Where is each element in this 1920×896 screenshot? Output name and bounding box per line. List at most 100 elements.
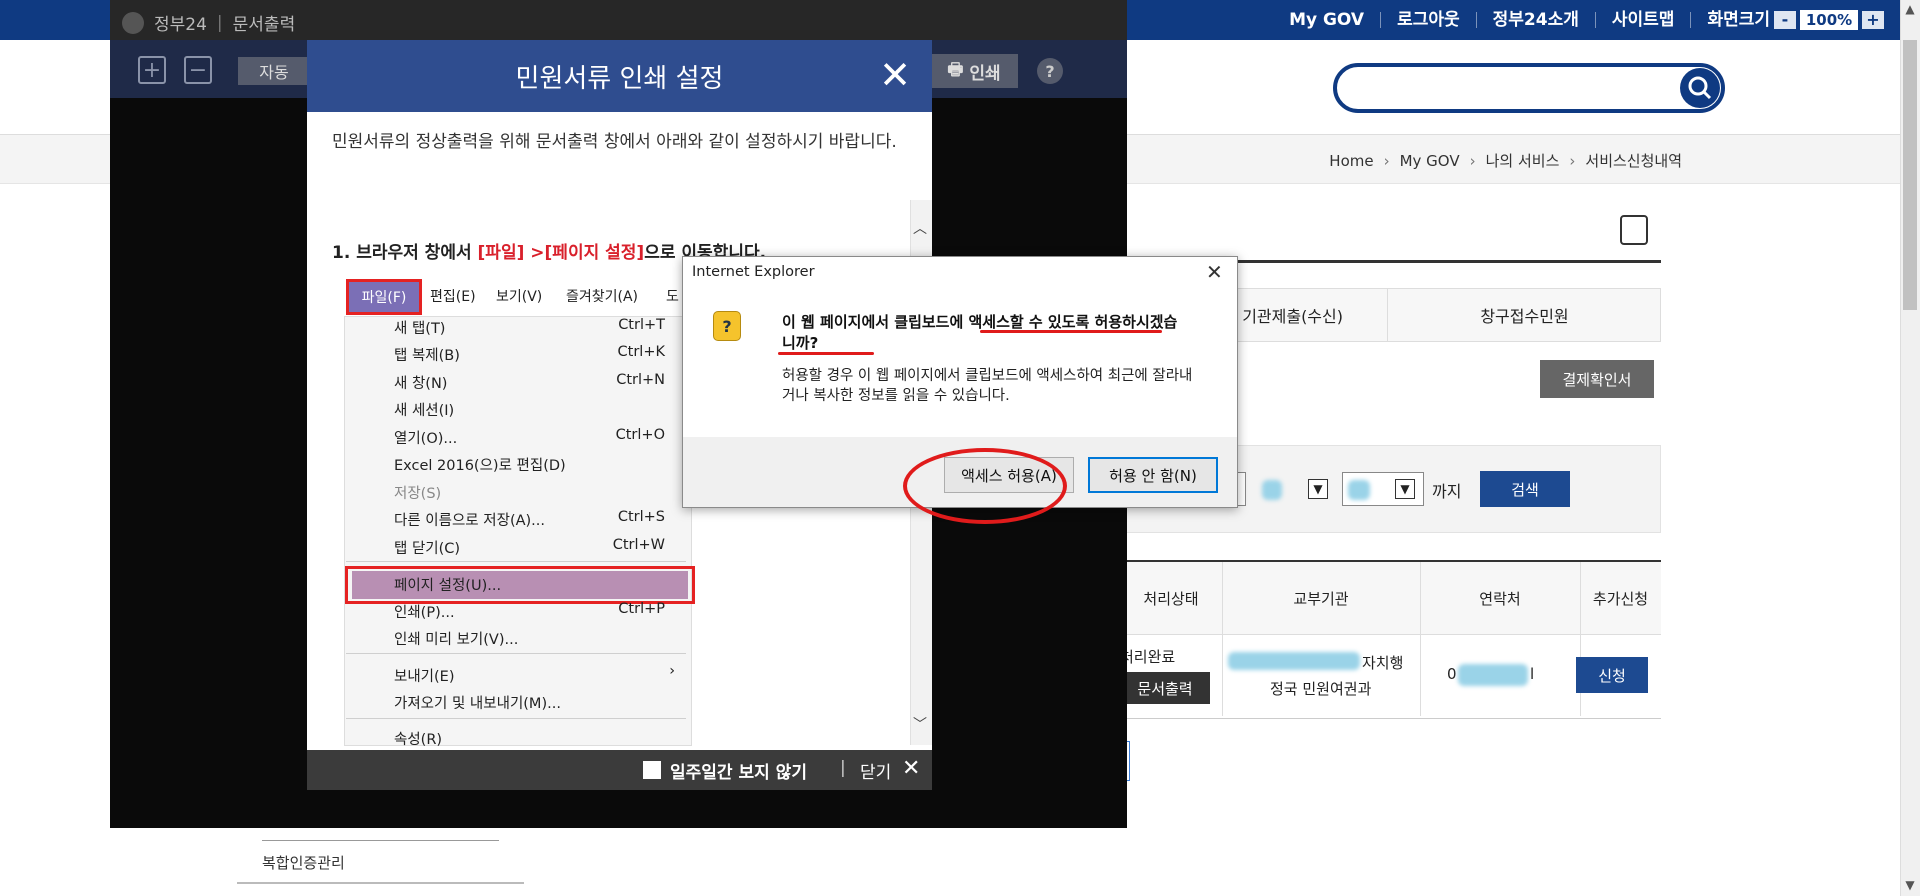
chevron-right-icon: › [669,663,675,679]
breadcrumb-myservice[interactable]: 나의 서비스 [1486,150,1560,171]
zoom-in-icon[interactable]: + [138,56,166,84]
breadcrumb-mygov[interactable]: My GOV [1400,152,1460,170]
menu-item: 저장(S) [394,486,442,502]
doc-print-button[interactable]: 🖶 인쇄 [930,54,1018,88]
ie-dialog-title: Internet Explorer [692,264,815,280]
scrollbar-thumb[interactable] [1903,40,1917,310]
menu-item: 인쇄 미리 보기(V)... [394,632,519,648]
screen-size-label: 화면크기 [1707,10,1770,30]
menu-item: 탭 닫기(C) [394,541,461,557]
menu-item: 다른 이름으로 저장(A)... [394,513,545,529]
close-icon[interactable]: ✕ [1206,260,1223,284]
annotation-circle [903,448,1067,524]
chevron-down-icon[interactable]: ▼ [1308,479,1328,499]
close-icon[interactable]: ✕ [902,756,920,781]
menubar-favorites: 즐겨찾기(A) [566,289,639,305]
scroll-up-icon[interactable]: ▲ [1900,0,1920,18]
chevron-down-icon[interactable]: ▼ [1395,479,1415,499]
scroll-down-icon[interactable]: ﹀ [913,714,927,734]
zoom-value: 100% [1800,10,1858,30]
scroll-up-icon[interactable]: ︿ [913,218,927,238]
security-warning-icon: ? [713,311,741,341]
footer-close-button[interactable]: 닫기 [860,758,891,783]
top-link-mygov[interactable]: My GOV [1273,12,1382,29]
ie-description: 허용할 경우 이 웹 페이지에서 클립보드에 액세스하여 최근에 잘라내거나 복… [782,368,1193,404]
top-links: My GOV 로그아웃 정부24소개 사이트맵 화면크기 - 100% + [1273,0,1900,40]
menubar-edit: 편집(E) [430,289,476,305]
title-separator: | [216,12,223,33]
menu-item: 속성(R) [394,732,443,748]
zoom-out-icon[interactable]: − [184,56,212,84]
scroll-down-icon[interactable]: ▼ [1900,876,1920,894]
printer-icon: 🖶 [947,59,964,80]
redacted-value [1262,480,1282,500]
breadcrumb-current: 서비스신청내역 [1585,152,1682,170]
menu-item: 가져오기 및 내보내기(M)... [394,696,561,712]
top-link-about[interactable]: 정부24소개 [1477,12,1596,29]
step-page-setup: [페이지 설정] [544,243,645,263]
close-icon[interactable]: ✕ [878,56,912,94]
menu-item: 열기(O)... [394,431,458,447]
modal-footer [307,750,932,790]
top-link-logout[interactable]: 로그아웃 [1381,12,1477,29]
step-prefix: 1. 브라우저 창에서 [332,243,478,263]
table-divider [1420,562,1421,716]
th-agency: 교부기관 [1293,589,1349,608]
print-icon[interactable] [1620,215,1648,245]
step-arrow: > [524,243,545,263]
phone-prefix: 0 [1447,665,1457,683]
menu-item: 새 창(N) [394,376,448,392]
menu-shortcut: Ctrl+N [616,372,665,388]
th-phone: 연락처 [1479,589,1521,608]
ie-question: 이 웹 페이지에서 클립보드에 액세스할 수 있도록 허용하시겠습니까? [782,313,1178,352]
modal-title: 민원서류 인쇄 설정 [515,63,724,94]
dont-show-checkbox[interactable] [643,761,661,779]
menu-shortcut: Ctrl+O [615,427,665,443]
menu-divider [346,718,686,719]
menu-divider [346,653,686,654]
redacted-agency [1228,652,1360,670]
doc-app-name: 정부24 [154,15,207,35]
help-button[interactable]: ? [1037,58,1063,84]
menu-item: 인쇄(P)... [394,605,455,621]
step-file: [파일] [477,243,525,263]
th-status: 처리상태 [1143,589,1199,608]
chevron-right-icon: › [1469,151,1476,170]
search-icon [1688,76,1712,100]
gov24-logo-icon [122,11,144,34]
doc-window-title: 정부24 | 문서출력 [122,10,295,35]
until-label: 까지 [1432,482,1462,501]
payment-confirm-button[interactable]: 결제확인서 [1540,360,1654,398]
menu-shortcut: Ctrl+W [612,537,665,553]
menu-shortcut: Ctrl+S [617,509,665,525]
menubar-tools: 도 [666,289,679,305]
breadcrumb-home[interactable]: Home [1329,152,1373,170]
dont-show-label[interactable]: 일주일간 보지 않기 [670,758,807,783]
th-extra: 추가신청 [1592,589,1649,608]
menu-item-page-setup: 페이지 설정(U)... [394,578,502,594]
menu-item: 보내기(E) [394,669,455,685]
row-status: 처리완료 [1120,648,1176,666]
doc-window-name: 문서출력 [232,15,296,35]
deny-access-button[interactable]: 허용 안 함(N) [1088,457,1218,493]
auto-fit-button[interactable]: 자동 [238,57,310,85]
menu-shortcut: Ctrl+T [618,317,665,333]
left-menu-item-auth[interactable]: 복합인증관리 [262,852,345,873]
zoom-out-button[interactable]: - [1774,11,1796,29]
top-link-sitemap[interactable]: 사이트맵 [1596,12,1692,29]
menu-item: 새 탭(T) [394,321,446,337]
redacted-value [1348,480,1370,500]
zoom-in-button[interactable]: + [1862,11,1884,29]
tab-counter-civil[interactable]: 창구접수민원 [1387,288,1661,342]
annotation-underline [778,352,874,355]
menubar-view: 보기(V) [496,289,543,305]
agency-text-1: 자치행 [1362,654,1404,672]
apply-button[interactable]: 신청 [1576,657,1648,693]
filter-search-button[interactable]: 검색 [1480,471,1570,507]
breadcrumb: Home › My GOV › 나의 서비스 › 서비스신청내역 [1329,150,1682,171]
redacted-phone [1458,664,1528,686]
screen-size-control: 화면크기 - 100% + [1691,10,1900,30]
site-search-button[interactable] [1680,68,1720,108]
doc-print-button[interactable]: 문서출력 [1120,672,1210,704]
site-search-input[interactable] [1333,63,1725,113]
